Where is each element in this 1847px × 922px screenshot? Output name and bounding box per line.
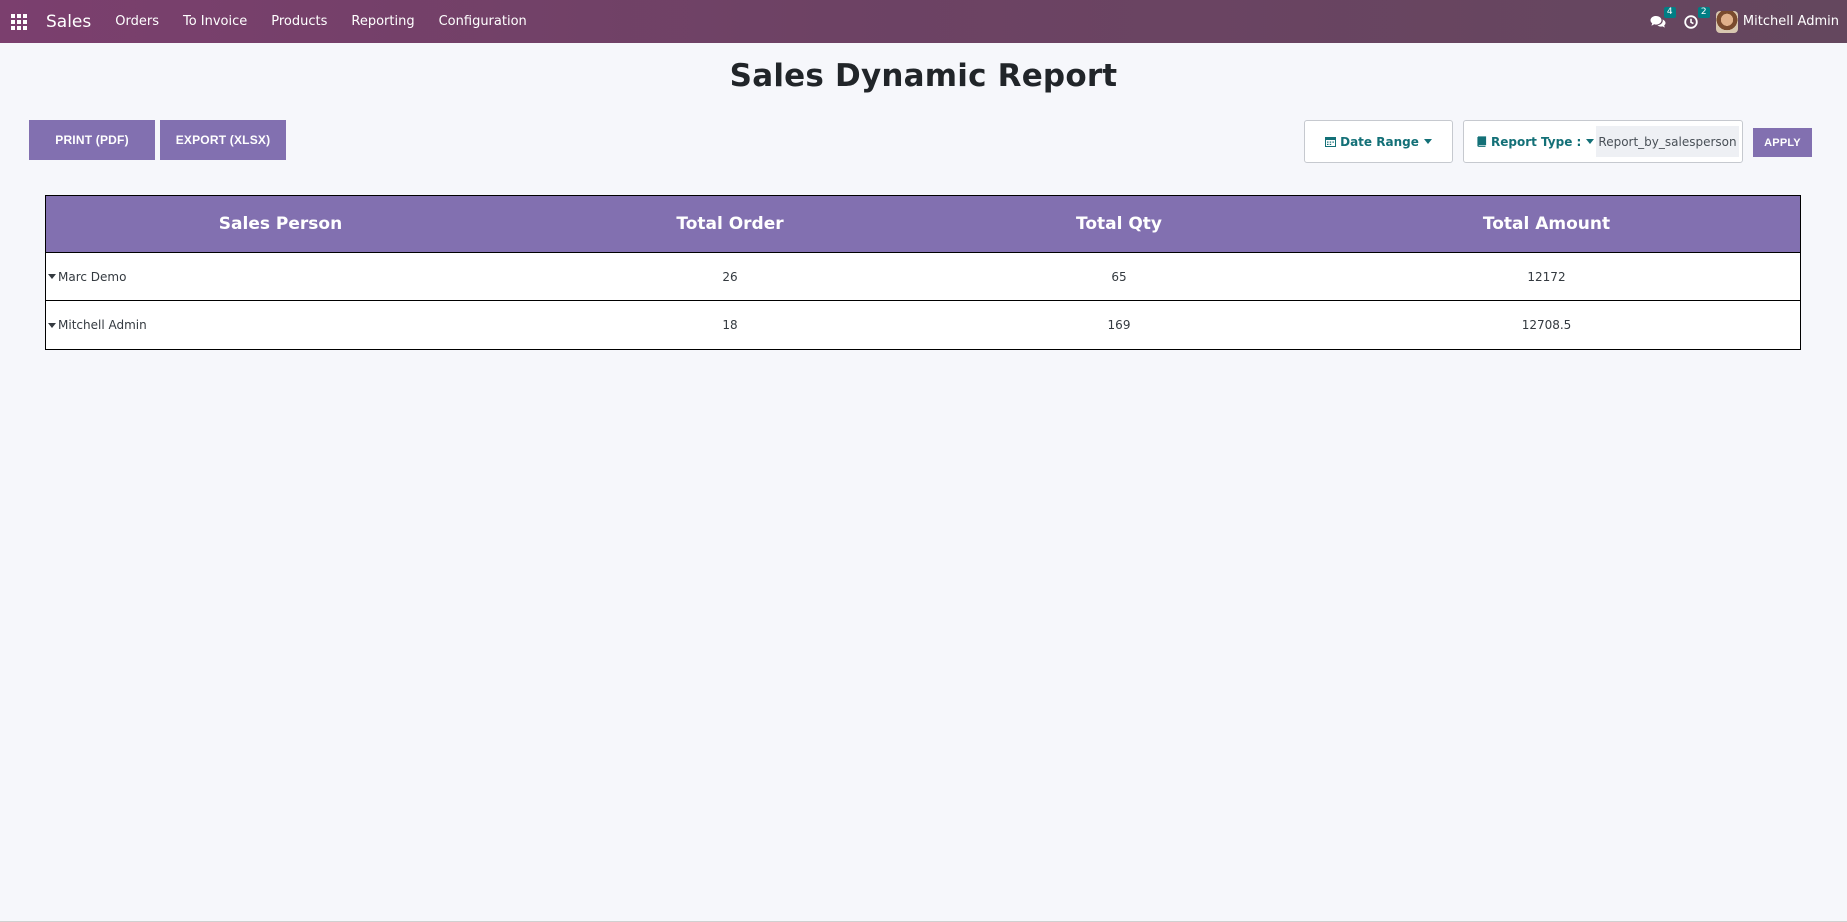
expand-salesperson-toggle[interactable]: Marc Demo [46, 270, 515, 284]
print-pdf-button[interactable]: PRINT (PDF) [29, 120, 155, 160]
clock-icon [1684, 14, 1698, 29]
table-header: Sales Person Total Order Total Qty Total… [46, 196, 1800, 253]
avatar [1715, 10, 1738, 33]
book-icon [1477, 136, 1487, 147]
menu-orders[interactable]: Orders [103, 14, 171, 29]
total-qty-cell: 65 [1111, 269, 1127, 284]
date-range-label: Date Range [1340, 134, 1419, 149]
table-row: Marc Demo 26 65 12172 [46, 253, 1800, 301]
caret-down-icon [48, 322, 56, 328]
user-name: Mitchell Admin [1742, 14, 1839, 29]
menu-products[interactable]: Products [259, 14, 339, 29]
column-header-total-order: Total Order [676, 214, 784, 234]
menu-configuration[interactable]: Configuration [427, 14, 539, 29]
menu-to-invoice[interactable]: To Invoice [171, 14, 259, 29]
activities-count-badge: 2 [1697, 6, 1710, 18]
expand-salesperson-toggle[interactable]: Mitchell Admin [46, 318, 515, 332]
report-type-label: Report Type : [1491, 134, 1582, 149]
total-amount-cell: 12708.5 [1521, 318, 1572, 332]
chevron-down-icon [1586, 139, 1595, 144]
total-order-cell: 18 [722, 318, 738, 332]
column-header-total-amount: Total Amount [1482, 214, 1611, 234]
total-amount-cell: 12172 [1527, 269, 1566, 284]
column-header-total-qty: Total Qty [1075, 214, 1163, 234]
report-type-dropdown[interactable]: Report Type : Report_by_salesperson [1463, 120, 1743, 163]
chevron-down-icon [1423, 139, 1432, 144]
calendar-icon [1325, 137, 1337, 147]
messages-count-badge: 4 [1663, 6, 1676, 18]
table-row: Mitchell Admin 18 169 12708.5 [46, 301, 1800, 349]
messages-button[interactable]: 4 [1650, 6, 1676, 29]
total-order-cell: 26 [722, 269, 738, 284]
menu-reporting[interactable]: Reporting [339, 14, 426, 29]
column-header-sales-person: Sales Person [218, 214, 343, 234]
sales-report-table: Sales Person Total Order Total Qty Total… [45, 195, 1801, 350]
page-title: Sales Dynamic Report [729, 58, 1118, 94]
app-brand[interactable]: Sales [46, 12, 91, 32]
caret-down-icon [48, 274, 56, 279]
top-navbar: Sales Orders To Invoice Products Reporti… [0, 0, 1847, 43]
date-range-dropdown[interactable]: Date Range [1304, 120, 1453, 163]
export-xlsx-button[interactable]: EXPORT (XLSX) [160, 120, 286, 160]
apps-menu-icon[interactable] [10, 13, 28, 31]
salesperson-name: Mitchell Admin [58, 318, 147, 332]
activities-button[interactable]: 2 [1684, 6, 1710, 29]
report-type-value[interactable]: Report_by_salesperson [1596, 126, 1739, 157]
user-menu[interactable]: Mitchell Admin [1715, 10, 1839, 33]
apply-button[interactable]: APPLY [1753, 128, 1812, 157]
total-qty-cell: 169 [1107, 318, 1131, 332]
salesperson-name: Marc Demo [58, 269, 127, 284]
